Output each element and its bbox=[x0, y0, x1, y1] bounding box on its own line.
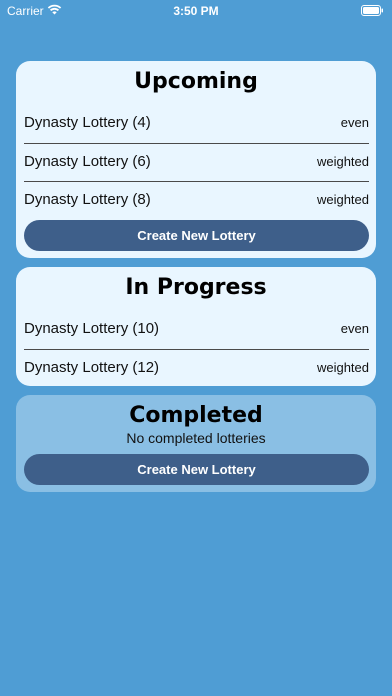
create-new-lottery-button[interactable]: Create New Lottery bbox=[24, 220, 369, 251]
create-new-lottery-button[interactable]: Create New Lottery bbox=[24, 454, 369, 485]
upcoming-card: Upcoming Dynasty Lottery (4) even Dynast… bbox=[16, 61, 376, 258]
lottery-name: Dynasty Lottery (4) bbox=[24, 114, 151, 131]
upcoming-title: Upcoming bbox=[134, 69, 258, 94]
lottery-row[interactable]: Dynasty Lottery (6) weighted bbox=[24, 143, 369, 181]
lottery-type: weighted bbox=[316, 360, 369, 375]
lottery-name: Dynasty Lottery (10) bbox=[24, 320, 160, 337]
in-progress-card: In Progress Dynasty Lottery (10) even Dy… bbox=[16, 267, 376, 386]
completed-title: Completed bbox=[129, 403, 263, 428]
completed-card: Completed No completed lotteries Create … bbox=[16, 395, 376, 492]
lottery-row[interactable]: Dynasty Lottery (4) even bbox=[24, 104, 369, 142]
lottery-type: even bbox=[340, 115, 369, 130]
lottery-type: even bbox=[340, 321, 369, 336]
battery-icon bbox=[361, 5, 383, 16]
empty-message: No completed lotteries bbox=[126, 430, 266, 446]
lottery-row[interactable]: Dynasty Lottery (10) even bbox=[24, 310, 369, 348]
lottery-row[interactable]: Dynasty Lottery (12) weighted bbox=[24, 349, 369, 387]
lottery-name: Dynasty Lottery (12) bbox=[24, 359, 160, 376]
in-progress-title: In Progress bbox=[125, 275, 267, 300]
lottery-row[interactable]: Dynasty Lottery (8) weighted bbox=[24, 181, 369, 219]
lottery-type: weighted bbox=[316, 154, 369, 169]
status-bar: Carrier 3:50 PM bbox=[0, 0, 392, 22]
lottery-name: Dynasty Lottery (6) bbox=[24, 153, 151, 170]
lottery-type: weighted bbox=[316, 192, 369, 207]
status-time: 3:50 PM bbox=[173, 4, 219, 18]
lottery-name: Dynasty Lottery (8) bbox=[24, 191, 151, 208]
